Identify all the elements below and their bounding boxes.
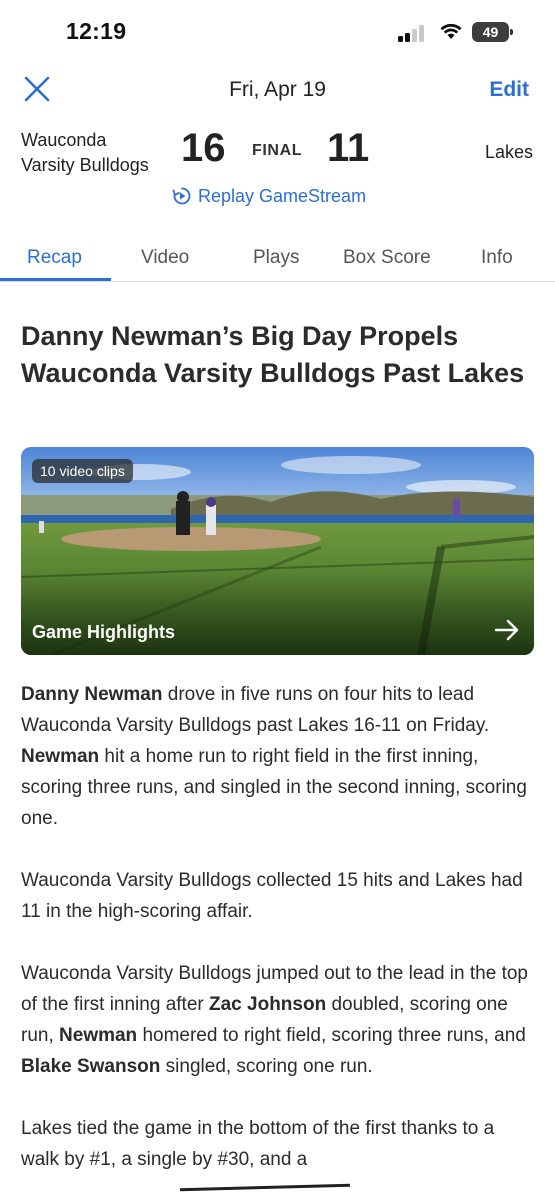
nav-bar: Fri, Apr 19 Edit xyxy=(0,62,555,116)
scoreboard: Wauconda Varsity Bulldogs 16 FINAL 11 La… xyxy=(0,120,555,190)
status-bar: 12:19 49 xyxy=(0,0,555,62)
player-name: Newman xyxy=(21,746,100,767)
article-body: Danny Newman drove in five runs on four … xyxy=(21,679,536,1200)
home-team-name-line2: Varsity Bulldogs xyxy=(21,155,149,175)
tab-video[interactable]: Video xyxy=(141,247,189,269)
tab-plays[interactable]: Plays xyxy=(253,247,299,269)
game-status-label: FINAL xyxy=(252,142,303,159)
replay-icon xyxy=(172,187,191,205)
active-tab-indicator xyxy=(0,278,111,281)
status-time: 12:19 xyxy=(66,18,127,44)
tab-bar: Recap Video Plays Box Score Info xyxy=(0,236,555,282)
battery-icon: 49 xyxy=(472,22,513,42)
home-team-name: Wauconda Varsity Bulldogs xyxy=(21,128,149,178)
game-date-title: Fri, Apr 19 xyxy=(229,78,326,101)
home-team-name-line1: Wauconda xyxy=(21,130,107,150)
replay-gamestream-link[interactable]: Replay GameStream xyxy=(172,184,366,208)
player-name: Danny Newman xyxy=(21,684,163,705)
video-clip-count-badge: 10 video clips xyxy=(32,459,133,483)
tab-recap[interactable]: Recap xyxy=(27,247,82,269)
player-name: Zac Johnson xyxy=(209,994,327,1015)
tab-info[interactable]: Info xyxy=(481,247,513,269)
article-paragraph-2: Wauconda Varsity Bulldogs collected 15 h… xyxy=(21,870,523,922)
arrow-right-icon xyxy=(494,619,519,641)
highlights-title: Game Highlights xyxy=(32,622,176,642)
article-paragraph-4: Lakes tied the game in the bottom of the… xyxy=(21,1118,495,1170)
game-highlights-card[interactable]: 10 video clips Game Highlights xyxy=(21,447,534,655)
away-team-name: Lakes xyxy=(484,142,533,162)
article-paragraph-1: Danny Newman drove in five runs on four … xyxy=(21,684,527,829)
article-paragraph-3: Wauconda Varsity Bulldogs jumped out to … xyxy=(21,963,528,1077)
home-score: 16 xyxy=(181,126,226,170)
tab-box-score[interactable]: Box Score xyxy=(343,247,431,269)
replay-gamestream-label: Replay GameStream xyxy=(198,185,367,206)
player-name: Blake Swanson xyxy=(21,1056,161,1077)
away-score: 11 xyxy=(327,126,370,170)
wifi-icon xyxy=(440,23,462,39)
cellular-signal-icon xyxy=(398,24,430,42)
article-headline: Danny Newman’s Big Day Propels Wauconda … xyxy=(21,321,525,388)
edit-button[interactable]: Edit xyxy=(489,78,529,102)
player-name: Newman xyxy=(59,1025,138,1046)
